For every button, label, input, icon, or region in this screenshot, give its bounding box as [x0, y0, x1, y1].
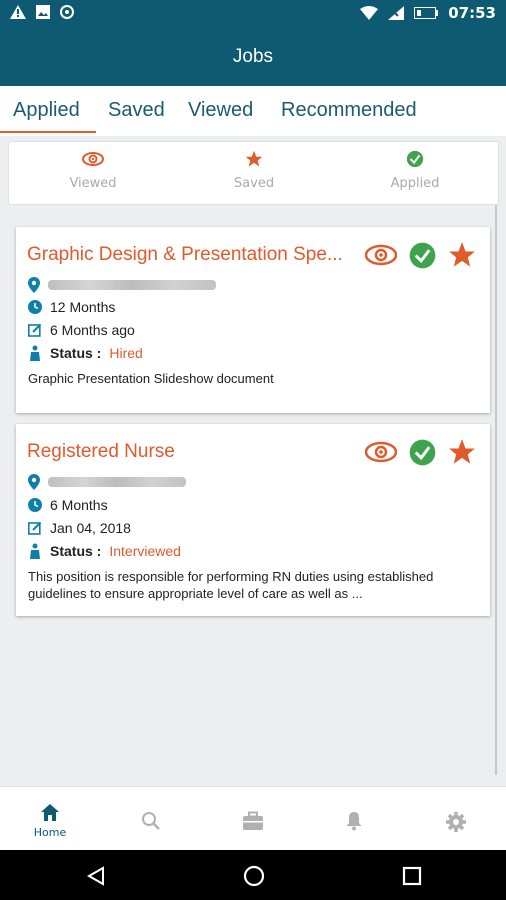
filter-viewed[interactable]: Viewed — [33, 150, 153, 191]
tab-bar: Applied Saved Viewed Recommended — [0, 86, 506, 136]
tab-viewed[interactable]: Viewed — [188, 99, 253, 122]
system-nav-bar — [0, 850, 506, 900]
eye-icon[interactable] — [365, 243, 397, 267]
status-label: Status : — [50, 345, 102, 361]
star-icon[interactable] — [448, 241, 476, 269]
page-title: Jobs — [232, 45, 274, 67]
scrollbar[interactable] — [495, 205, 497, 775]
job-posted-date: Jan 04, 2018 — [50, 520, 131, 536]
bell-icon — [346, 812, 362, 831]
nav-jobs[interactable] — [223, 811, 283, 834]
check-circle-icon — [406, 150, 424, 168]
clock: 07:53 — [448, 4, 496, 22]
job-posted-date: 6 Months ago — [50, 322, 135, 338]
nav-search[interactable] — [121, 811, 181, 834]
location-redacted — [48, 280, 216, 290]
image-icon — [36, 5, 50, 19]
signal-icon — [388, 6, 405, 20]
filter-applied-label: Applied — [390, 176, 440, 191]
filter-saved[interactable]: Saved — [194, 150, 314, 191]
person-status-icon — [30, 345, 40, 361]
nav-home-label: Home — [33, 826, 67, 839]
status-bar: 07:53 — [0, 0, 506, 27]
gear-icon — [446, 812, 466, 832]
eye-icon — [82, 152, 104, 166]
edit-icon — [28, 323, 42, 337]
job-card[interactable]: Graphic Design & Presentation Spe... 12 … — [16, 227, 490, 413]
tab-saved[interactable]: Saved — [108, 99, 165, 122]
search-icon — [142, 812, 160, 830]
tab-applied[interactable]: Applied — [13, 99, 80, 122]
job-description: This position is responsible for perform… — [28, 569, 434, 601]
edit-icon — [28, 521, 42, 535]
location-pin-icon — [28, 474, 40, 490]
location-pin-icon — [28, 277, 40, 293]
job-duration: 12 Months — [50, 299, 116, 315]
back-icon[interactable] — [86, 866, 106, 886]
active-tab-indicator — [0, 131, 96, 133]
star-icon[interactable] — [448, 438, 476, 466]
briefcase-icon — [243, 811, 263, 830]
vpn-icon — [60, 5, 74, 19]
status-label: Status : — [50, 543, 102, 559]
tab-recommended[interactable]: Recommended — [281, 99, 417, 122]
check-circle-icon[interactable] — [409, 242, 436, 269]
app-bar: Jobs — [0, 27, 506, 86]
job-duration: 6 Months — [50, 497, 108, 513]
location-redacted — [48, 477, 186, 487]
nav-home[interactable]: Home — [20, 803, 80, 839]
recents-icon[interactable] — [402, 866, 422, 886]
nav-settings[interactable] — [426, 811, 486, 836]
home-icon — [41, 804, 59, 821]
job-card[interactable]: Registered Nurse 6 Months Jan 04, 2018 S… — [16, 424, 490, 616]
filter-viewed-label: Viewed — [69, 176, 117, 191]
star-icon — [245, 150, 263, 167]
home-circle-icon[interactable] — [243, 865, 265, 887]
battery-icon — [414, 7, 439, 19]
filter-applied[interactable]: Applied — [355, 150, 475, 191]
job-description: Graphic Presentation Slideshow document — [28, 371, 274, 386]
job-title[interactable]: Registered Nurse — [27, 441, 367, 463]
status-value: Interviewed — [109, 543, 181, 559]
eye-icon[interactable] — [365, 440, 397, 464]
job-title[interactable]: Graphic Design & Presentation Spe... — [27, 244, 367, 266]
warning-icon — [10, 5, 26, 19]
status-value: Hired — [109, 345, 143, 361]
nav-notifications[interactable] — [324, 811, 384, 834]
check-circle-icon[interactable] — [409, 439, 436, 466]
clock-icon — [28, 300, 42, 314]
person-status-icon — [30, 543, 40, 559]
clock-icon — [28, 498, 42, 512]
filter-bar: Viewed Saved Applied — [8, 141, 499, 205]
wifi-icon — [360, 6, 379, 20]
bottom-nav: Home — [0, 786, 506, 850]
filter-saved-label: Saved — [233, 176, 275, 191]
